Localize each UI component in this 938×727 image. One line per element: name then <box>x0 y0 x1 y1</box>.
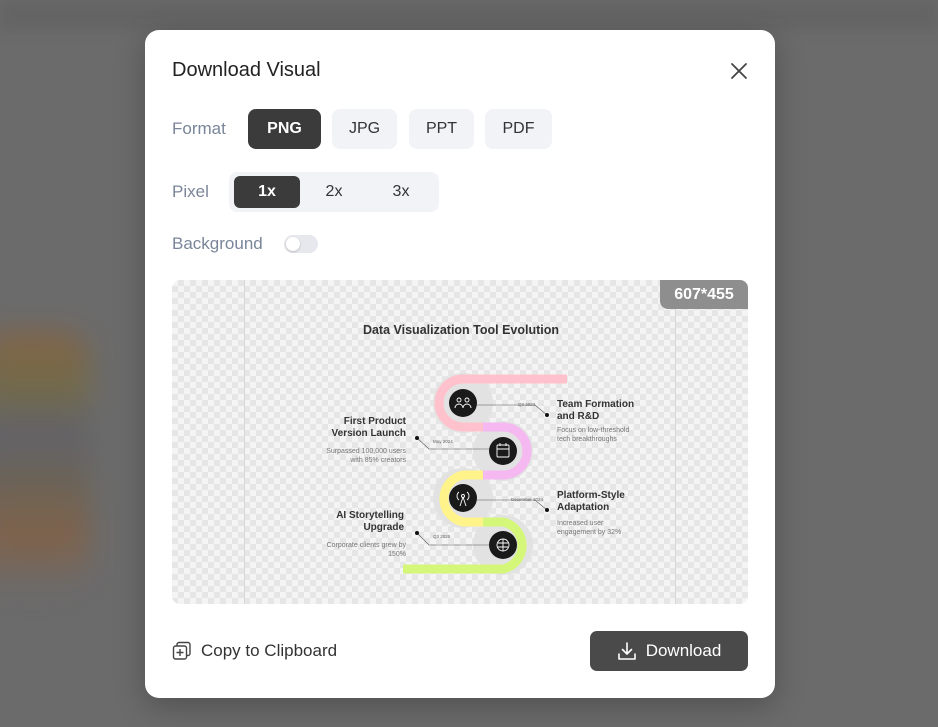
milestone-1-desc: Focus on low-threshold tech breakthrough… <box>557 426 629 444</box>
image-preview: Data Visualization Tool Evolution Q3 202… <box>172 280 748 604</box>
dialog-title: Download Visual <box>172 59 321 81</box>
download-icon <box>617 642 636 660</box>
pixel-2x-button[interactable]: 2x <box>301 176 367 208</box>
milestone-2-title-line2: Version Launch <box>331 428 406 439</box>
copy-to-clipboard-button[interactable]: Copy to Clipboard <box>172 638 337 664</box>
milestone-2-date: May 2024 <box>433 439 453 444</box>
format-jpg-button[interactable]: JPG <box>332 109 397 149</box>
milestone-2-desc-line1: Surpassed 100,000 users <box>326 448 406 455</box>
connector-dot-4 <box>415 531 419 535</box>
milestone-2-desc-line2: with 85% creators <box>350 457 406 464</box>
connector-dot-2 <box>415 436 419 440</box>
milestone-3-title: Platform-Style Adaptation <box>557 490 625 514</box>
milestone-circle-1 <box>449 389 477 417</box>
format-png-button[interactable]: PNG <box>248 109 321 149</box>
milestone-1-date: Q3 2023 <box>518 402 536 407</box>
download-button[interactable]: Download <box>590 631 748 671</box>
milestone-4-date: Q3 2025 <box>433 534 451 539</box>
format-ppt-button[interactable]: PPT <box>409 109 474 149</box>
connector-dot-3 <box>545 508 549 512</box>
milestone-3-title-line2: Adaptation <box>557 502 610 513</box>
preview-canvas: Data Visualization Tool Evolution Q3 202… <box>244 280 676 604</box>
milestone-3-desc: Increased user engagement by 32% <box>557 519 621 537</box>
milestone-4-title-line1: AI Storytelling <box>336 510 404 521</box>
format-pdf-button[interactable]: PDF <box>485 109 552 149</box>
pixel-3x-button[interactable]: 3x <box>368 176 434 208</box>
milestone-3-title-line1: Platform-Style <box>557 490 625 501</box>
background-label: Background <box>172 234 263 253</box>
pixel-1x-button[interactable]: 1x <box>234 176 300 208</box>
preview-size-badge: 607*455 <box>660 280 748 309</box>
download-label: Download <box>645 641 722 660</box>
pixel-selector: 1x 2x 3x <box>229 172 439 212</box>
milestone-1-desc-line2: tech breakthroughs <box>557 436 617 443</box>
milestone-3-desc-line2: engagement by 32% <box>557 529 622 536</box>
milestone-3-desc-line1: Increased user <box>557 520 604 527</box>
milestone-4-desc-line2: 150% <box>388 551 406 558</box>
milestone-4-desc: Corporate clients grew by 150% <box>295 541 406 559</box>
milestone-2-desc: Surpassed 100,000 users with 85% creator… <box>295 447 406 465</box>
milestone-1-title-line2: and R&D <box>557 411 600 422</box>
milestone-1-title: Team Formation and R&D <box>557 399 634 423</box>
milestone-1-title-line1: Team Formation <box>557 399 635 410</box>
milestone-1-desc-line1: Focus on low-threshold <box>557 427 630 434</box>
milestone-3-date: December 2024 <box>511 497 544 502</box>
toggle-knob <box>286 237 300 251</box>
close-button[interactable] <box>728 60 750 82</box>
copy-icon <box>172 641 191 660</box>
connector-dot-1 <box>545 413 549 417</box>
format-label: Format <box>172 119 226 138</box>
background-toggle[interactable] <box>284 235 318 253</box>
milestone-2-title-line1: First Product <box>343 416 406 427</box>
milestone-4-title: AI Storytelling Upgrade <box>305 510 404 534</box>
milestone-4-desc-line1: Corporate clients grew by <box>326 542 406 549</box>
close-icon <box>731 63 747 79</box>
milestone-2-title: First Product Version Launch <box>305 416 406 440</box>
milestone-4-title-line2: Upgrade <box>363 522 404 533</box>
copy-label: Copy to Clipboard <box>201 641 338 660</box>
download-dialog: Download Visual Format PNG JPG PPT PDF P… <box>145 30 775 698</box>
pixel-label: Pixel <box>172 182 209 201</box>
milestone-circle-2 <box>489 437 517 465</box>
